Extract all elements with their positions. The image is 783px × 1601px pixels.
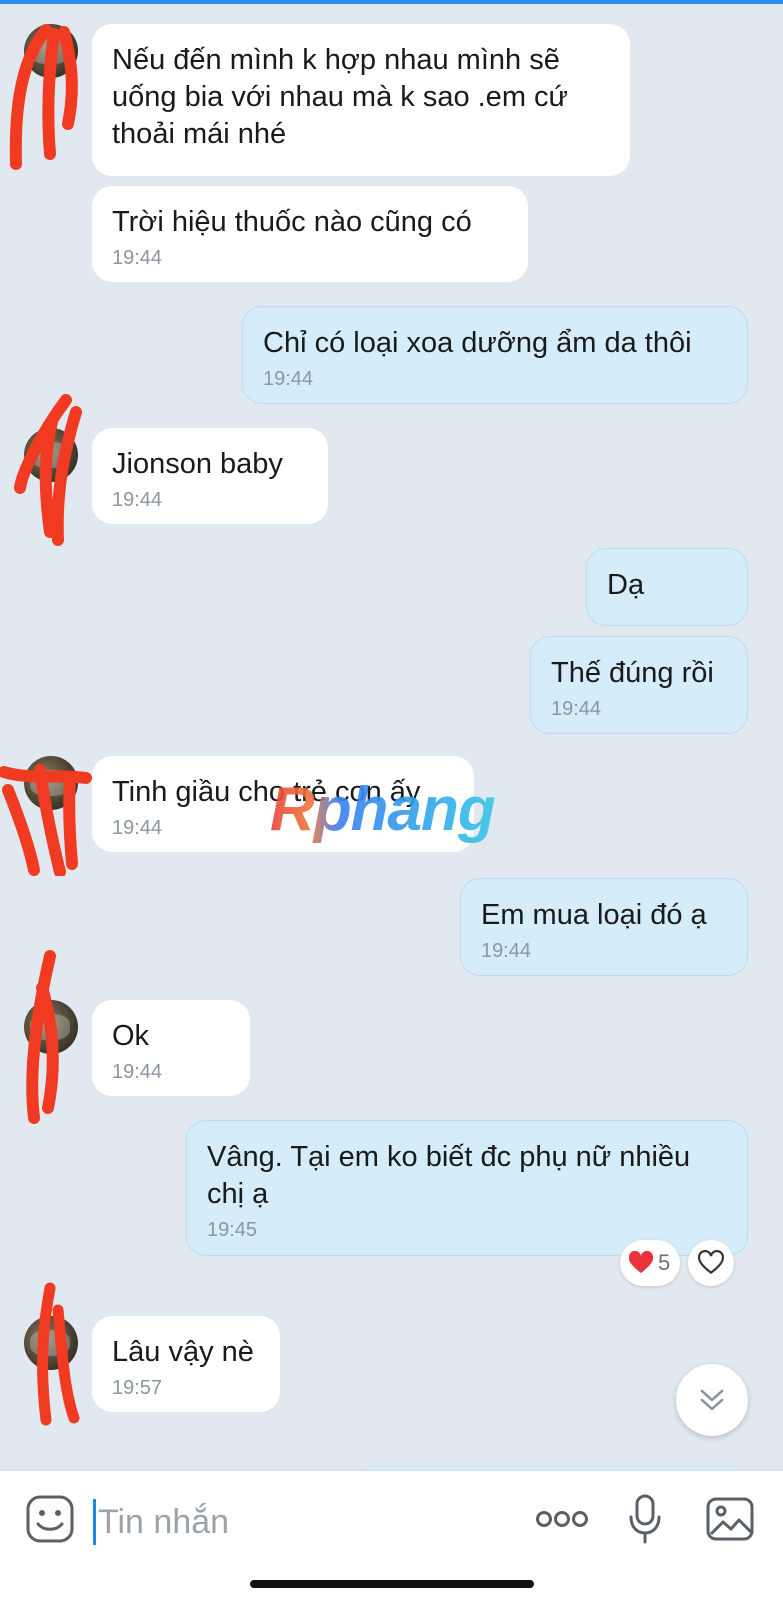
message-time: 19:44 [112, 817, 163, 839]
message-text: Jionson baby [112, 448, 283, 480]
message-bubble-outgoing[interactable]: Vâng. Tại em ko biết đc phụ nữ nhiều chị… [186, 1120, 748, 1256]
message-bubble-incoming[interactable]: Tinh giầu cho trẻ con ấy 19:44 [92, 756, 474, 852]
sticker-icon [26, 1495, 74, 1543]
scroll-to-bottom-button[interactable] [676, 1364, 748, 1436]
voice-button[interactable] [620, 1489, 670, 1549]
avatar[interactable] [24, 1000, 78, 1054]
avatar[interactable] [24, 24, 78, 78]
message-bubble-outgoing[interactable]: Dạ [586, 548, 748, 626]
more-icon [536, 1511, 588, 1527]
reaction-count: 5 [658, 1250, 671, 1275]
message-bubble-incoming[interactable]: Jionson baby 19:44 [92, 428, 328, 524]
image-button[interactable] [702, 1491, 758, 1547]
message-bubble-outgoing[interactable]: Thế đúng rồi 19:44 [530, 636, 748, 734]
message-time: 19:44 [481, 940, 532, 962]
sticker-button[interactable] [22, 1491, 78, 1547]
text-cursor [93, 1499, 96, 1545]
message-bubble-incoming[interactable]: Trời hiệu thuốc nào cũng có 19:44 [92, 186, 528, 282]
microphone-icon [629, 1494, 661, 1544]
more-button[interactable] [530, 1493, 594, 1545]
message-text: Ok [112, 1020, 150, 1052]
message-bubble-outgoing[interactable]: Em mua loại đó ạ 19:44 [460, 878, 748, 976]
image-icon [706, 1497, 754, 1541]
message-text: Tinh giầu cho trẻ con ấy [112, 776, 421, 808]
chat-thread[interactable]: Nếu đến mình k hợp nhau mình sẽ uống bia… [0, 4, 783, 1470]
message-text: Em mua loại đó ạ [481, 899, 707, 931]
heart-outline-icon [698, 1250, 725, 1275]
reaction-count-pill[interactable]: 5 [620, 1240, 681, 1286]
message-bubble-outgoing[interactable]: Chỉ có loại xoa dưỡng ẩm da thôi 19:44 [242, 306, 748, 404]
avatar[interactable] [24, 756, 78, 810]
message-time: 19:44 [263, 368, 314, 390]
message-time: 19:57 [112, 1377, 163, 1399]
message-input[interactable] [98, 1495, 498, 1549]
message-text: Thế đúng rồi [551, 657, 714, 689]
message-bubble-incoming[interactable]: Ok 19:44 [92, 1000, 250, 1096]
message-text: Nếu đến mình k hợp nhau mình sẽ uống bia… [112, 44, 568, 150]
message-bubble-incoming[interactable]: Lâu vậy nè 19:57 [92, 1316, 280, 1412]
add-reaction-button[interactable] [688, 1240, 735, 1286]
avatar[interactable] [24, 428, 78, 482]
home-indicator[interactable] [250, 1580, 534, 1588]
heart-icon [628, 1251, 654, 1273]
message-text: Lâu vậy nè [112, 1336, 254, 1368]
message-reactions: 5 [620, 1240, 735, 1286]
message-text: Trời hiệu thuốc nào cũng có [112, 206, 472, 238]
message-time: 19:44 [112, 247, 163, 269]
message-text: Chỉ có loại xoa dưỡng ẩm da thôi [263, 327, 692, 359]
message-time: 19:44 [551, 698, 602, 720]
message-text: Vâng. Tại em ko biết đc phụ nữ nhiều chị… [207, 1141, 691, 1210]
message-time: 19:44 [112, 1061, 163, 1083]
message-time: 19:44 [112, 489, 163, 511]
message-time: 19:45 [207, 1219, 258, 1241]
avatar[interactable] [24, 1316, 78, 1370]
message-bubble-incoming[interactable]: Nếu đến mình k hợp nhau mình sẽ uống bia… [92, 24, 630, 176]
chevron-double-down-icon [700, 1389, 724, 1411]
message-text: Dạ [607, 569, 645, 601]
